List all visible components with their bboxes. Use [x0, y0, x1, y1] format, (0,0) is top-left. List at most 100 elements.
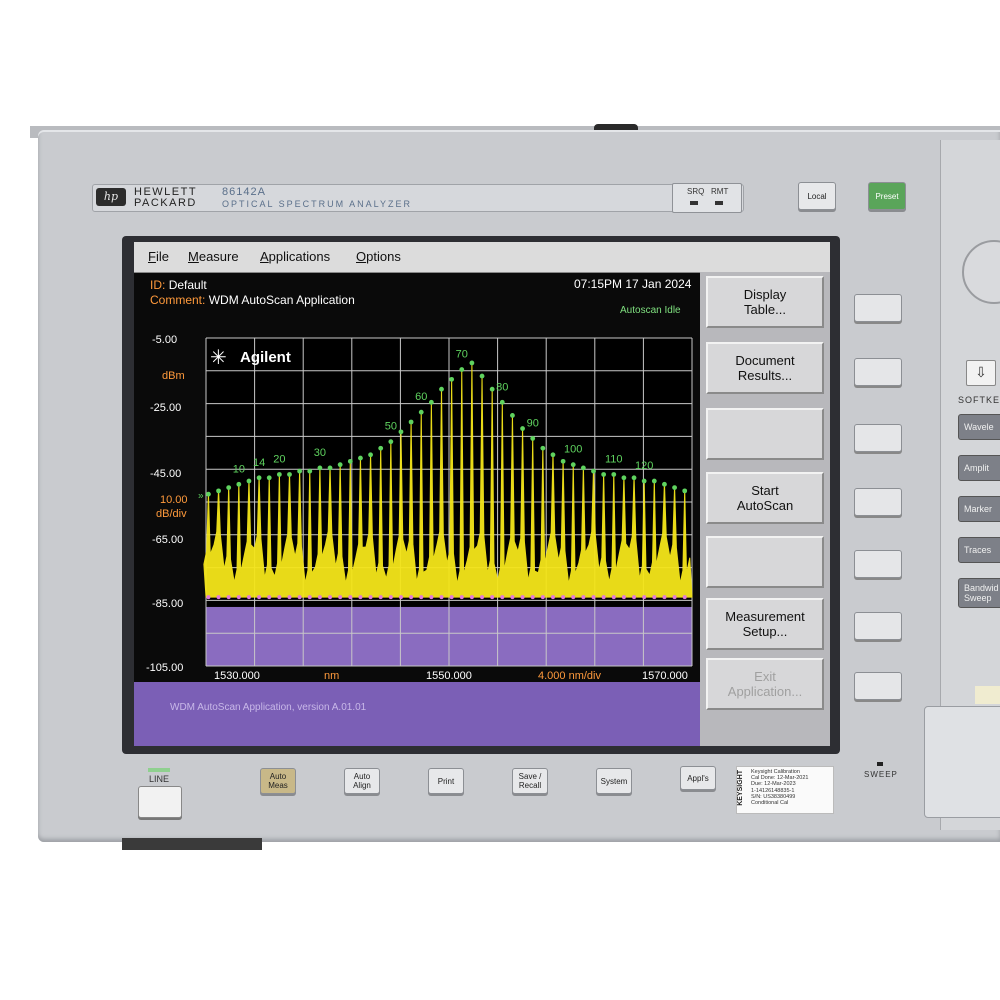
peak-marker — [662, 481, 667, 487]
floor-marker — [510, 595, 515, 600]
peak-marker — [358, 455, 363, 461]
preset-button[interactable]: Preset — [868, 182, 906, 210]
floor-marker — [642, 595, 647, 600]
peak-marker — [236, 481, 242, 487]
peak-marker — [368, 452, 373, 458]
softkey-4-button[interactable] — [854, 488, 902, 516]
cal-line: Conditional Cal — [751, 800, 789, 807]
x-stop-label: 1570.000 — [642, 670, 688, 682]
floor-marker — [480, 595, 485, 600]
local-button[interactable]: Local — [798, 182, 836, 210]
softkey-measurement-setup[interactable]: Measurement Setup... — [706, 598, 824, 650]
floor-marker — [591, 595, 596, 600]
floor-marker — [632, 595, 637, 600]
down-arrow-key-icon[interactable]: ⇩ — [966, 360, 996, 386]
softkey-5-button[interactable] — [854, 550, 902, 578]
peak-marker — [550, 452, 556, 458]
peak-marker — [327, 465, 333, 471]
peak-marker — [256, 475, 262, 481]
channel-label: 80 — [496, 381, 508, 393]
softkey-blank-2[interactable] — [706, 536, 824, 588]
peak-marker — [276, 472, 282, 477]
x-span-label: 4.000 nm/div — [538, 670, 601, 682]
peak-marker — [601, 472, 607, 477]
floor-marker — [317, 595, 322, 600]
peak-marker — [469, 360, 475, 366]
softkey-3-button[interactable] — [854, 424, 902, 452]
amplitude-button[interactable]: Amplit — [958, 455, 1000, 481]
floor-marker — [429, 595, 434, 600]
rmt-label: RMT — [711, 187, 729, 196]
floor-marker — [398, 595, 403, 600]
floor-marker — [469, 595, 474, 600]
softkey-2-button[interactable] — [854, 358, 902, 386]
auto-meas-button[interactable]: Auto Meas — [260, 768, 296, 794]
softkey-start-autoscan[interactable]: Start AutoScan — [706, 472, 824, 524]
peak-marker — [378, 445, 384, 451]
floor-marker — [287, 595, 292, 600]
auto-align-button[interactable]: Auto Align — [344, 768, 380, 794]
floor-marker — [611, 595, 616, 600]
channel-label: 90 — [527, 417, 539, 429]
softkey-1-button[interactable] — [854, 294, 902, 322]
softkey-blank-1[interactable] — [706, 408, 824, 460]
floor-marker — [307, 595, 312, 600]
peak-marker — [388, 439, 394, 445]
peak-marker — [266, 475, 272, 481]
channel-label: 50 — [385, 421, 397, 433]
model-description: OPTICAL SPECTRUM ANALYZER — [222, 199, 413, 209]
floor-marker — [571, 595, 576, 600]
peak-marker — [439, 386, 444, 392]
floor-marker — [682, 595, 687, 600]
peak-marker — [398, 429, 404, 435]
peak-marker — [651, 478, 657, 484]
peak-marker — [216, 488, 221, 494]
model-number: 86142A — [222, 186, 266, 198]
peak-marker — [510, 413, 515, 418]
softkey-7-button[interactable] — [854, 672, 902, 700]
channel-label: 20 — [273, 453, 285, 465]
softkey-document-results[interactable]: Document Results... — [706, 342, 824, 394]
system-button[interactable]: System — [596, 768, 632, 794]
floor-marker — [358, 595, 363, 600]
peak-marker — [317, 465, 323, 471]
floor-marker — [621, 595, 626, 600]
line-power-switch[interactable] — [138, 786, 182, 818]
wavelength-button[interactable]: Wavele — [958, 414, 1000, 440]
marker-button[interactable]: Marker — [958, 496, 1000, 522]
footer-band — [134, 682, 704, 746]
x-center-label: 1550.000 — [426, 670, 472, 682]
floor-marker — [652, 595, 657, 600]
peak-marker — [682, 488, 688, 494]
floor-marker — [561, 595, 566, 600]
peak-marker — [591, 468, 596, 474]
traces-button[interactable]: Traces — [958, 537, 1000, 563]
softkey-6-button[interactable] — [854, 612, 902, 640]
channel-label: 10 — [233, 463, 245, 475]
line-power-led-icon — [148, 768, 170, 772]
agilent-logo: Agilent — [240, 349, 291, 366]
softkey-display-table[interactable]: Display Table... — [706, 276, 824, 328]
background-top — [0, 0, 1000, 128]
floor-marker — [540, 595, 545, 600]
calibration-sticker: KEYSIGHT Keysight Calibration Cal Done: … — [736, 766, 834, 814]
peak-marker — [297, 468, 303, 474]
floor-marker — [500, 595, 505, 600]
floor-marker — [257, 595, 262, 600]
floor-marker — [581, 595, 586, 600]
print-button[interactable]: Print — [428, 768, 464, 794]
save-recall-button[interactable]: Save / Recall — [512, 768, 548, 794]
reference-level-icon: » — [198, 491, 204, 502]
floor-marker — [216, 595, 221, 600]
floor-marker — [520, 595, 525, 600]
floor-marker — [601, 595, 606, 600]
appls-button[interactable]: Appl's — [680, 766, 716, 790]
floor-marker — [246, 595, 251, 600]
peak-marker — [540, 445, 546, 451]
floor-marker — [459, 595, 464, 600]
peak-marker — [530, 436, 536, 441]
floor-marker — [348, 595, 353, 600]
peak-marker — [408, 419, 414, 425]
brand-name: HEWLETT PACKARD — [134, 187, 214, 209]
bandwidth-sweep-button[interactable]: Bandwid Sweep — [958, 578, 1000, 608]
